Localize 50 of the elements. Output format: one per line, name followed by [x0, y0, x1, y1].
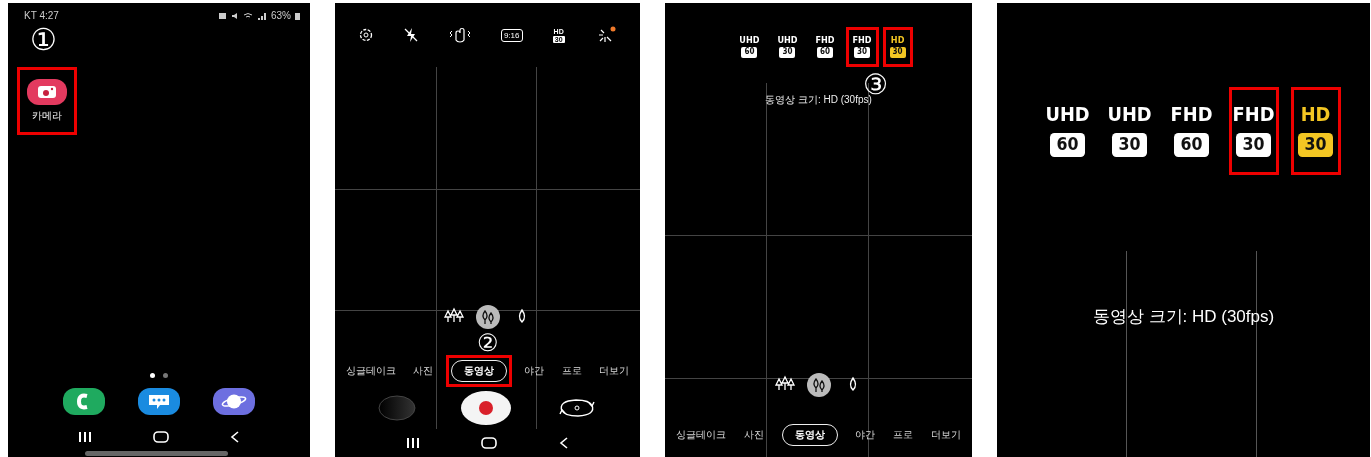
mode-tab[interactable]: 사진: [408, 359, 439, 383]
resolution-option[interactable]: HD 30: [1290, 87, 1341, 175]
alarm-icon: [218, 11, 227, 20]
hand-icon[interactable]: [448, 27, 471, 43]
status-text: KT 4:27: [24, 10, 59, 21]
resolution-option[interactable]: UHD 30: [770, 27, 805, 67]
resolution-option[interactable]: FHD 30: [1228, 87, 1279, 175]
signal-icon: [257, 11, 267, 20]
resolution-option[interactable]: FHD 60: [808, 27, 842, 67]
record-button[interactable]: [460, 391, 511, 425]
settings-icon[interactable]: [358, 27, 375, 43]
wifi-icon: [243, 11, 253, 20]
phone-app-icon[interactable]: [62, 388, 105, 415]
app-shortcut[interactable]: 카메라: [17, 67, 77, 135]
camera-icon: [27, 79, 67, 105]
zoom-button[interactable]: [475, 305, 500, 329]
aspect-ratio-button[interactable]: 9:16: [500, 28, 523, 42]
mode-tab[interactable]: 야간: [519, 359, 550, 383]
step-number: ①: [30, 25, 57, 55]
mode-tab[interactable]: 사진: [738, 423, 769, 447]
gallery-thumbnail[interactable]: [377, 395, 416, 421]
resolution-option[interactable]: FHD 60: [1166, 87, 1217, 175]
caption-text: 동영상 크기: HD (30fps): [1091, 306, 1276, 328]
resolution-option[interactable]: FHD 30: [845, 27, 879, 67]
mode-tab[interactable]: 동영상: [445, 355, 512, 387]
mute-icon: [231, 11, 239, 20]
browser-app-icon[interactable]: [213, 388, 256, 415]
home-icon[interactable]: [481, 437, 498, 449]
resolution-option[interactable]: UHD 30: [1104, 87, 1155, 175]
flash-off-icon[interactable]: [404, 27, 419, 43]
back-icon[interactable]: [559, 437, 570, 449]
resolution-option[interactable]: HD 30: [882, 27, 913, 67]
mode-tab[interactable]: 프로: [556, 359, 587, 383]
mode-tab[interactable]: 싱글테이크: [341, 359, 401, 383]
mode-tab[interactable]: 더보기: [593, 359, 634, 383]
battery-icon: [295, 11, 300, 20]
mode-tab[interactable]: 싱글테이크: [671, 423, 731, 447]
recents-icon[interactable]: [405, 437, 420, 449]
home-icon[interactable]: [153, 431, 169, 443]
resolution-option[interactable]: UHD 60: [732, 27, 767, 67]
zoom-button[interactable]: [806, 373, 831, 397]
mode-tab[interactable]: 더보기: [926, 423, 966, 447]
resolution-option[interactable]: UHD 60: [1042, 87, 1093, 175]
messages-app-icon[interactable]: [138, 388, 180, 415]
step-number: ②: [476, 331, 499, 355]
mode-tab[interactable]: 프로: [888, 423, 919, 447]
battery-text: 63%: [271, 10, 291, 21]
recents-icon[interactable]: [78, 431, 93, 443]
mode-tab[interactable]: 야간: [850, 423, 881, 447]
back-icon[interactable]: [229, 431, 240, 443]
